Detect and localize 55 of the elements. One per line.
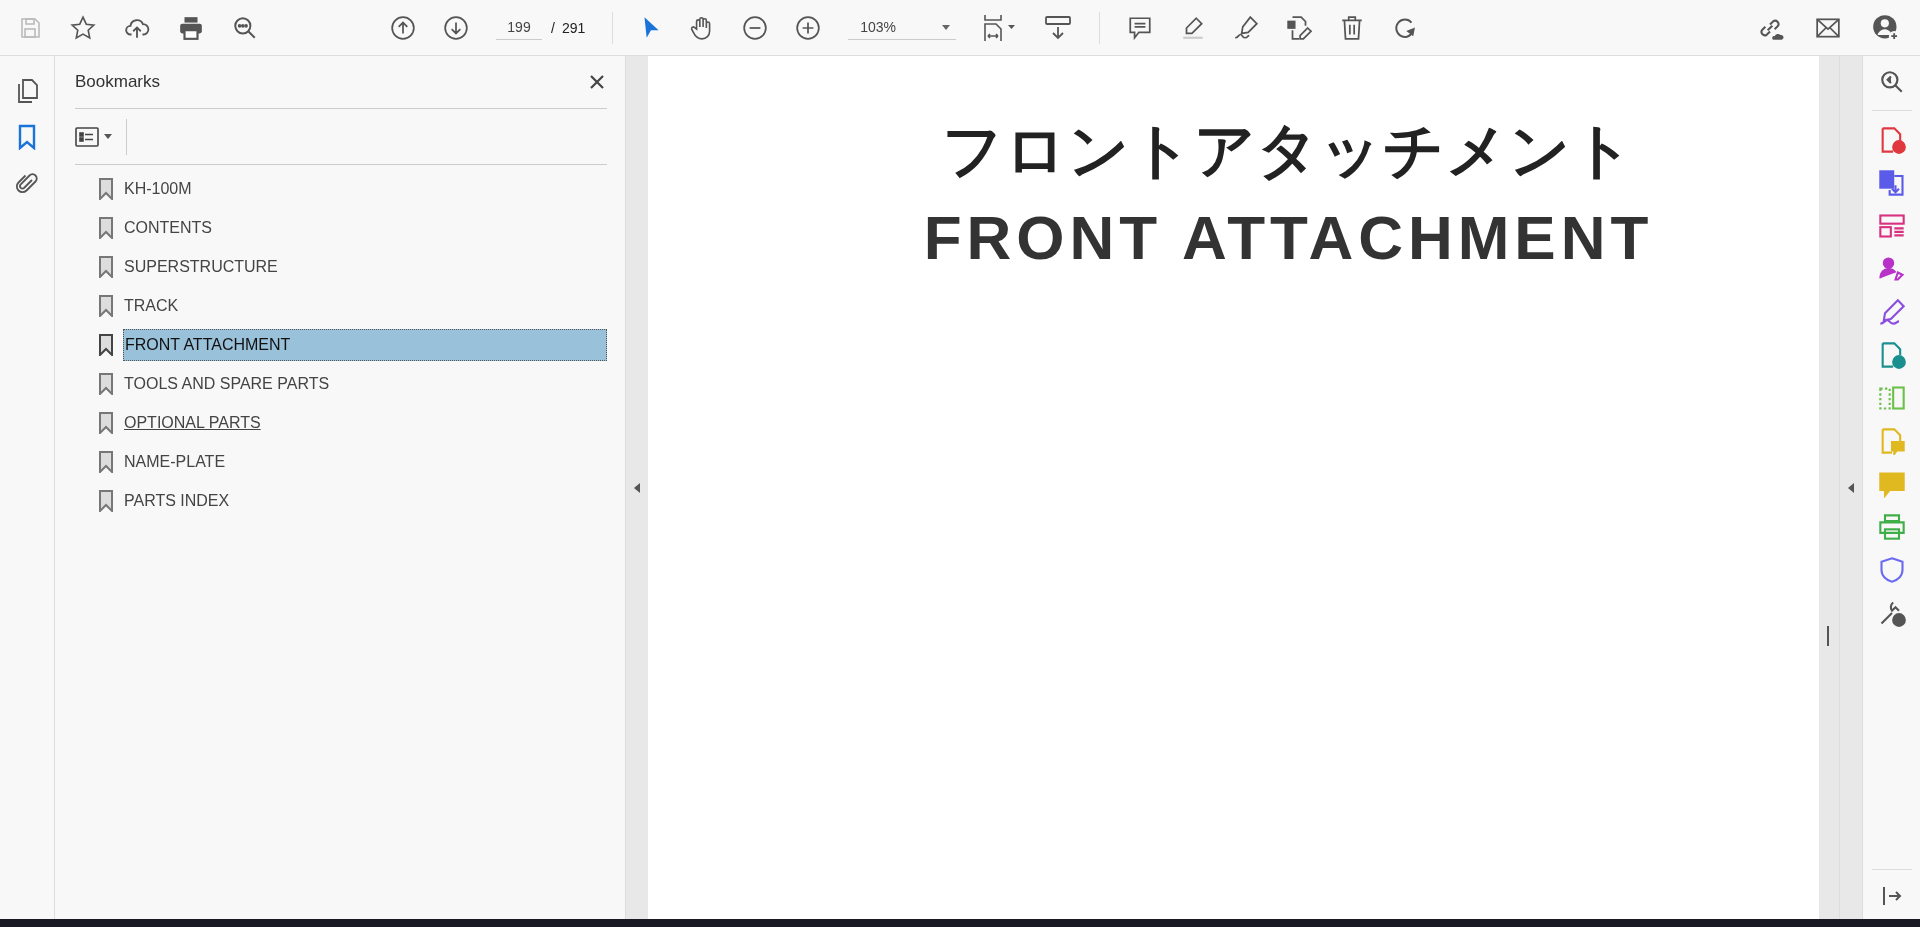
- pen-icon[interactable]: [1233, 14, 1260, 41]
- next-page-icon[interactable]: [443, 14, 469, 41]
- bookmark-icon: [99, 372, 113, 395]
- bookmark-item[interactable]: FRONT ATTACHMENT: [123, 328, 607, 361]
- caret-icon[interactable]: [104, 134, 112, 139]
- search-icon[interactable]: [232, 14, 258, 41]
- bookmark-icon: [99, 216, 113, 239]
- zoom-icon[interactable]: [1878, 69, 1905, 95]
- bookmark-icon[interactable]: [17, 124, 37, 150]
- page-separator: /: [551, 19, 555, 36]
- bookmark-icon: [99, 255, 113, 278]
- paperclip-icon[interactable]: [15, 170, 39, 196]
- zoom-in-icon[interactable]: [795, 14, 822, 41]
- bookmark-icon: [99, 333, 113, 356]
- collapse-left-icon[interactable]: [634, 482, 640, 493]
- bookmark-item[interactable]: TOOLS AND SPARE PARTS: [123, 368, 331, 399]
- request-sign-tool-icon[interactable]: [1877, 255, 1906, 283]
- zoom-out-icon[interactable]: [742, 14, 769, 41]
- bookmark-item[interactable]: SUPERSTRUCTURE: [123, 251, 279, 282]
- print-icon[interactable]: [178, 14, 204, 41]
- bookmark-item[interactable]: TRACK: [123, 290, 180, 321]
- bookmark-item[interactable]: PARTS INDEX: [123, 485, 231, 516]
- zoom-dropdown[interactable]: 103%: [848, 15, 957, 40]
- bookmark-item[interactable]: KH-100M: [123, 173, 193, 204]
- page-number-field[interactable]: 199: [496, 15, 542, 40]
- scroll-mode-icon[interactable]: [1044, 14, 1073, 41]
- panel-title: Bookmarks: [75, 72, 161, 92]
- caret-icon: [942, 24, 951, 30]
- organize-tool-icon[interactable]: [1877, 212, 1906, 240]
- bookmark-item[interactable]: CONTENTS: [123, 212, 213, 243]
- page-fit-icon[interactable]: [983, 13, 1018, 42]
- bookmark-icon: [99, 177, 113, 200]
- previous-page-icon[interactable]: [390, 14, 416, 41]
- star-icon[interactable]: [70, 14, 96, 41]
- bookmark-icon: [99, 489, 113, 512]
- close-icon[interactable]: [589, 74, 605, 90]
- bookmark-item[interactable]: NAME-PLATE: [123, 446, 227, 477]
- combine-tool-icon[interactable]: [1877, 169, 1906, 197]
- comment-icon[interactable]: [1127, 14, 1154, 41]
- list-options-icon[interactable]: [75, 126, 99, 147]
- english-heading: FRONT ATTACHMENT: [923, 202, 1654, 273]
- add-user-icon[interactable]: [1872, 13, 1900, 42]
- bookmark-icon: [99, 294, 113, 317]
- japanese-heading: フロントアタッチメント: [942, 114, 1635, 187]
- collapse-right-icon[interactable]: [1848, 482, 1854, 493]
- fill-sign-tool-icon[interactable]: [1877, 298, 1906, 326]
- protect-tool-icon[interactable]: [1877, 556, 1906, 584]
- pages-icon[interactable]: [15, 78, 39, 104]
- bookmark-icon: [99, 450, 113, 473]
- edit-document-icon[interactable]: [1286, 14, 1313, 41]
- bookmark-icon: [99, 411, 113, 434]
- print-tool-icon[interactable]: [1877, 513, 1906, 541]
- page-total: 291: [561, 19, 586, 36]
- bookmark-item[interactable]: OPTIONAL PARTS: [123, 407, 262, 438]
- expand-panel-icon[interactable]: [1880, 885, 1903, 907]
